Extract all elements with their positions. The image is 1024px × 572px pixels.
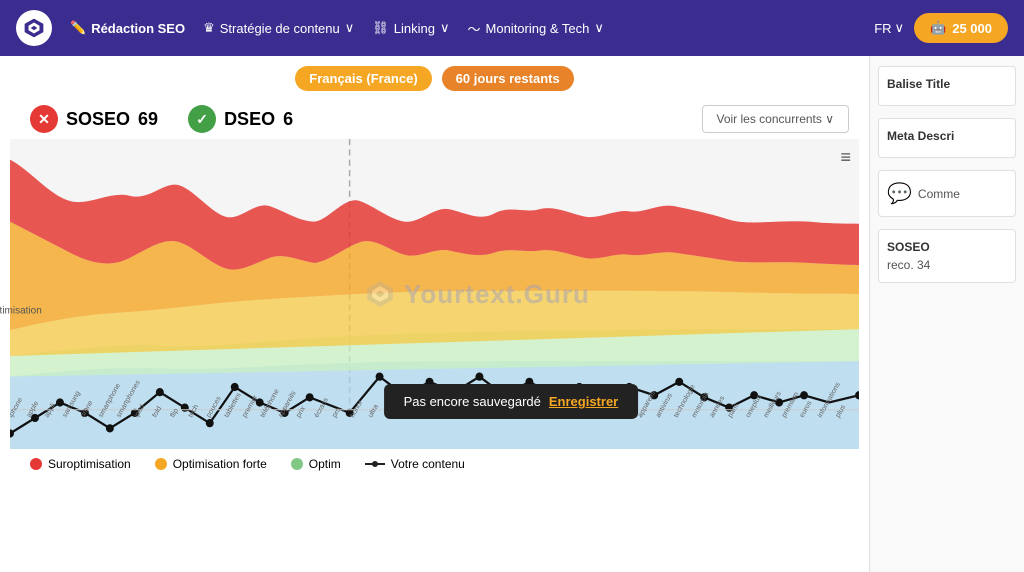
optimisation-forte-dot [155,458,167,470]
chevron-down-icon: ∨ [440,20,450,36]
dseo-score: ✓ DSEO 6 [188,105,293,133]
chat-icon: 💬 [887,181,912,206]
chart-menu-button[interactable]: ≡ [840,147,851,168]
header-right: FR ∨ 🤖 25 000 [874,13,1008,43]
nav-monitoring[interactable]: 〜 Monitoring & Tech ∨ [468,19,604,38]
optim-dot [291,458,303,470]
language-badge: Français (France) [295,66,431,91]
toast-notification: Pas encore sauvegardé Enregistrer [384,384,639,419]
y-axis-label: Optimisation [0,305,42,316]
balise-title-card[interactable]: Balise Title [878,66,1016,106]
suroptimisation-dot [30,458,42,470]
logo[interactable] [16,10,52,46]
main-container: Français (France) 60 jours restants ✕ SO… [0,56,1024,572]
chevron-down-icon: ∨ [345,20,355,36]
link-icon: ⛓ [372,20,389,36]
legend-optim: Optim [291,457,341,471]
credits-button[interactable]: 🤖 25 000 [914,13,1008,43]
soseo-icon: ✕ [30,105,58,133]
voir-concurrents-button[interactable]: Voir les concurrents ∨ [702,105,850,133]
legend-optimisation-forte: Optimisation forte [155,457,267,471]
pencil-icon: ✏️ [70,20,86,36]
soseo-score: ✕ SOSEO 69 [30,105,158,133]
legend-suroptimisation: Suroptimisation [30,457,131,471]
remaining-badge: 60 jours restants [442,66,574,91]
comment-card[interactable]: 💬 Comme [878,170,1016,217]
chart-container: Optimisation ≡ Yourtext.Guru [10,139,859,449]
crown-icon: ♛ [203,20,215,36]
legend-contenu: Votre contenu [365,457,465,471]
pulse-icon: 〜 [468,19,481,38]
chevron-down-icon: ∨ [895,20,905,36]
right-sidebar: Balise Title Meta Descri 💬 Comme SOSEO r… [869,56,1024,572]
legend-row: Suroptimisation Optimisation forte Optim… [0,449,869,479]
chevron-down-icon: ∨ [594,20,604,36]
meta-desc-card[interactable]: Meta Descri [878,118,1016,158]
enregistrer-link[interactable]: Enregistrer [549,394,618,409]
score-row: ✕ SOSEO 69 ✓ DSEO 6 Voir les concurrents… [0,99,869,139]
content-area: Français (France) 60 jours restants ✕ SO… [0,56,869,572]
nav-strategie[interactable]: ♛ Stratégie de contenu ∨ [203,20,354,36]
nav-linking[interactable]: ⛓ Linking ∨ [372,20,449,36]
main-header: ✏️ Rédaction SEO ♛ Stratégie de contenu … [0,0,1024,56]
language-selector[interactable]: FR ∨ [874,20,904,36]
contenu-line [365,463,385,465]
nav-redaction[interactable]: ✏️ Rédaction SEO [70,20,185,36]
soseo-card: SOSEO reco. 34 [878,229,1016,283]
dseo-icon: ✓ [188,105,216,133]
robot-icon: 🤖 [930,20,946,36]
badges-row: Français (France) 60 jours restants [0,56,869,99]
